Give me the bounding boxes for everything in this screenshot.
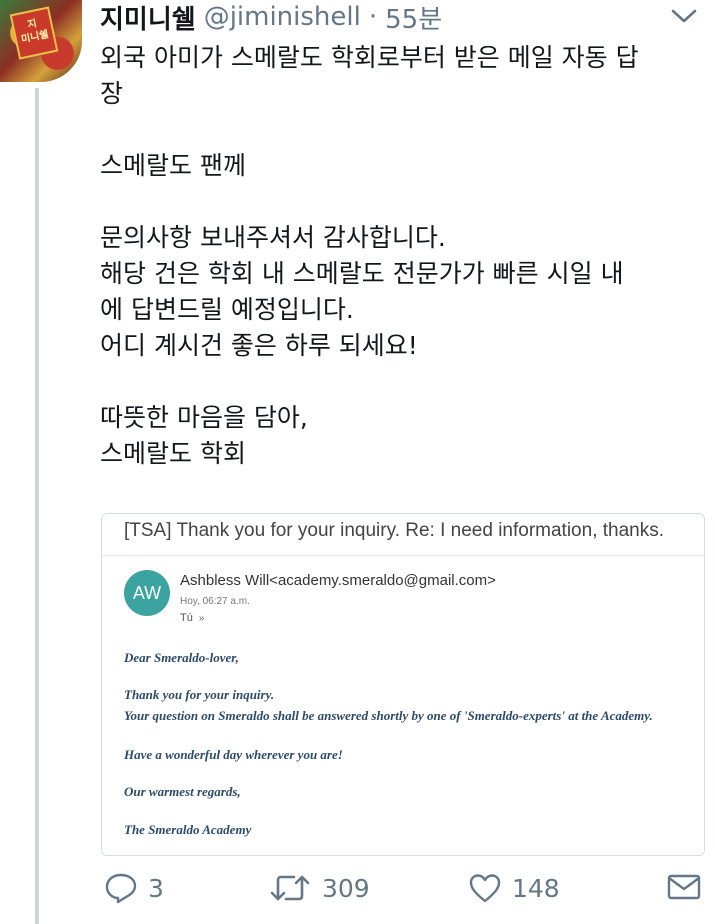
email-recipient: Tú » bbox=[180, 612, 204, 624]
thread-line bbox=[35, 88, 39, 924]
reply-count: 3 bbox=[148, 873, 164, 903]
profile-avatar[interactable]: 지 미니쉘 bbox=[0, 0, 82, 82]
email-screenshot-image[interactable]: [TSA] Thank you for your inquiry. Re: I … bbox=[101, 513, 705, 856]
email-date: Hoy, 06:27 a.m. bbox=[180, 596, 250, 607]
user-handle[interactable]: @jiminishell bbox=[204, 2, 361, 32]
email-to-label: Tú bbox=[180, 612, 193, 624]
tweet-line: 어디 계시건 좋은 하루 되세요! bbox=[100, 331, 418, 360]
email-closing: Our warmest regards, bbox=[124, 784, 241, 799]
retweet-button[interactable]: 309 bbox=[268, 872, 370, 904]
tweet-line: 문의사항 보내주셔서 감사합니다. bbox=[100, 223, 446, 252]
display-name[interactable]: 지미니쉘 bbox=[100, 0, 196, 36]
like-button[interactable]: 148 bbox=[468, 872, 560, 904]
email-body-line: Have a wonderful day wherever you are! bbox=[124, 747, 343, 762]
tweet-header: 지미니쉘 @jiminishell · 55분 bbox=[100, 0, 442, 36]
email-sender-avatar: AW bbox=[124, 570, 170, 616]
tweet-line: 따뜻한 마음을 담아, bbox=[100, 403, 308, 432]
tweet-line: 해당 건은 학회 내 스메랄도 전문가가 빠른 시일 내 bbox=[100, 259, 624, 288]
retweet-count: 309 bbox=[322, 873, 370, 903]
tweet-line: 외국 아미가 스메랄도 학회로부터 받은 메일 자동 답 bbox=[100, 43, 639, 72]
email-greeting: Dear Smeraldo-lover, bbox=[124, 650, 239, 665]
email-signature: The Smeraldo Academy bbox=[124, 822, 252, 837]
avatar-logo: 지 미니쉘 bbox=[9, 6, 59, 60]
reply-button[interactable]: 3 bbox=[104, 872, 164, 904]
tweet-line: 장 bbox=[100, 79, 124, 108]
email-divider bbox=[102, 555, 704, 556]
like-icon bbox=[469, 874, 501, 903]
separator-dot: · bbox=[368, 2, 378, 32]
tweet-timestamp[interactable]: 55분 bbox=[385, 0, 442, 36]
reply-icon bbox=[105, 873, 137, 904]
email-body-line: Your question on Smeraldo shall be answe… bbox=[124, 708, 653, 723]
tweet-line: 스메랄도 학회 bbox=[100, 439, 246, 468]
tweet-actions: 3 309 148 bbox=[100, 872, 710, 916]
like-count: 148 bbox=[512, 873, 560, 903]
tweet-line: 스메랄도 팬께 bbox=[100, 151, 246, 180]
email-body-line: Thank you for your inquiry. bbox=[124, 687, 275, 702]
share-mail-icon bbox=[667, 874, 701, 900]
email-to-chevron-icon: » bbox=[198, 612, 205, 624]
email-sender: Ashbless Will<academy.smeraldo@gmail.com… bbox=[180, 572, 496, 589]
tweet-text: 외국 아미가 스메랄도 학회로부터 받은 메일 자동 답 장 스메랄도 팬께 문… bbox=[100, 40, 700, 472]
share-mail-button[interactable] bbox=[666, 872, 702, 902]
email-subject: [TSA] Thank you for your inquiry. Re: I … bbox=[124, 520, 665, 541]
chevron-down-icon[interactable] bbox=[669, 4, 699, 28]
tweet-line: 에 답변드릴 예정입니다. bbox=[100, 295, 354, 324]
retweet-icon bbox=[270, 875, 310, 901]
